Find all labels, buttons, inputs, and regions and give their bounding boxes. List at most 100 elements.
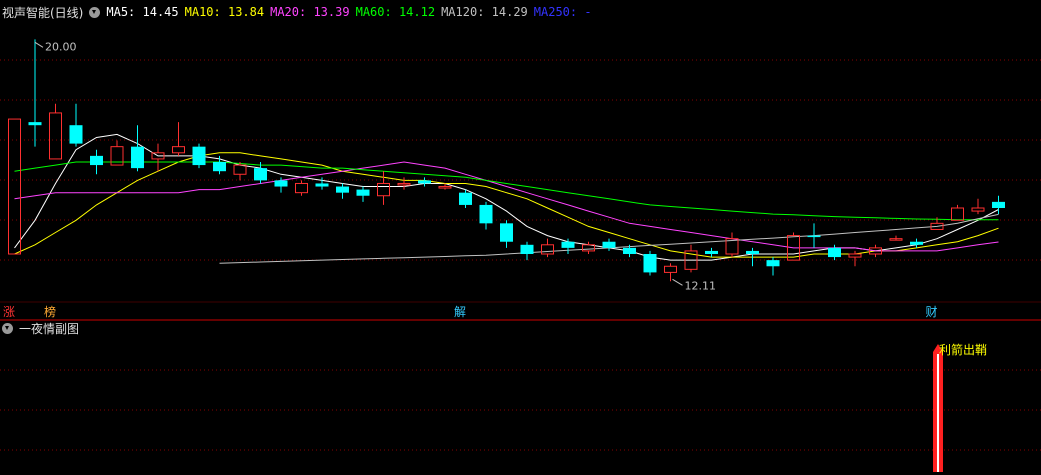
candle[interactable] (8, 118, 21, 255)
candle-body (28, 122, 42, 126)
high-pointer (34, 41, 44, 48)
candle-body (192, 146, 206, 166)
sub-indicator-panel: 利箭出鞘 (933, 342, 987, 472)
candle[interactable] (397, 177, 411, 190)
candle-body (992, 201, 1005, 208)
candle[interactable] (418, 177, 431, 187)
candle[interactable] (28, 39, 42, 147)
candle-body (438, 186, 452, 189)
candle[interactable] (684, 244, 698, 273)
candle-body (500, 223, 513, 242)
candle-body (623, 247, 636, 254)
candlesticks[interactable] (8, 39, 1006, 282)
candle-body (807, 235, 821, 238)
candle[interactable] (192, 143, 206, 169)
candle-body (213, 162, 226, 172)
sub-indicator-title[interactable]: 一夜情副图 (19, 320, 79, 337)
chart-canvas: 20.00 12.11 涨 榜 解 财 利箭出鞘 (0, 39, 1041, 472)
candle-body (274, 180, 288, 187)
candle-body (561, 241, 575, 248)
event-markers[interactable]: 涨榜解财 (3, 304, 938, 319)
candle[interactable] (356, 186, 370, 202)
event-marker[interactable]: 榜 (44, 304, 56, 319)
ma60-label: MA60: 14.12 (355, 5, 436, 19)
candle[interactable] (643, 250, 657, 276)
candle[interactable] (131, 125, 144, 172)
candle-body (541, 244, 554, 255)
candle-body (315, 183, 329, 187)
candle-body (602, 241, 616, 248)
low-price-label: 12.11 (685, 279, 717, 292)
ma250-label: MA250: - (533, 5, 592, 19)
signal-label: 利箭出鞘 (939, 342, 987, 357)
candle[interactable] (49, 103, 62, 160)
sub-legend: 一夜情副图 (2, 319, 79, 337)
candle[interactable] (541, 238, 554, 258)
candle-body (520, 244, 534, 254)
candle-body (766, 260, 780, 267)
candle-body (951, 207, 964, 221)
stock-title[interactable]: 视声智能(日线) (2, 4, 83, 21)
candle-body (233, 164, 247, 175)
candle[interactable] (582, 241, 595, 254)
candle[interactable] (110, 140, 124, 166)
high-price-label: 20.00 (45, 40, 77, 53)
candle[interactable] (828, 244, 841, 261)
candle[interactable] (459, 189, 472, 208)
candle-body (377, 182, 390, 197)
candle-body (643, 254, 657, 273)
candle-body (746, 250, 759, 254)
candle-body (664, 265, 677, 273)
candle[interactable] (725, 232, 739, 258)
candle-body (90, 155, 103, 166)
event-marker[interactable]: 财 (926, 305, 938, 319)
candle-body (295, 182, 308, 194)
ma5-label: MA5: 14.45 (106, 5, 179, 19)
candle[interactable] (889, 235, 903, 241)
candle-body (131, 146, 144, 169)
candle-body (479, 204, 493, 224)
candle-body (705, 250, 718, 254)
candle[interactable] (69, 103, 83, 147)
candle-body (254, 168, 267, 181)
dropdown-arrow-icon[interactable] (89, 6, 101, 18)
event-marker[interactable]: 涨 (3, 304, 15, 319)
candle-body (49, 112, 62, 160)
candle[interactable] (951, 204, 964, 221)
candle-body (356, 189, 370, 196)
candle[interactable] (520, 241, 534, 261)
candle[interactable] (705, 247, 718, 258)
candle-body (828, 247, 841, 258)
dropdown-arrow-icon[interactable] (2, 322, 13, 334)
candle-body (8, 118, 21, 255)
candle-body (69, 125, 83, 144)
candle[interactable] (602, 238, 616, 251)
candle[interactable] (807, 223, 821, 248)
candle[interactable] (910, 238, 923, 248)
candle-body (418, 180, 431, 184)
candle[interactable] (664, 263, 677, 282)
candle-body (971, 207, 985, 212)
candle[interactable] (151, 143, 165, 172)
candle-body (459, 192, 472, 205)
grid-lines (0, 59, 1041, 451)
candle-body (397, 182, 411, 186)
candle-body (172, 146, 185, 154)
candle-body (848, 253, 862, 258)
candle[interactable] (295, 180, 308, 196)
candle[interactable] (971, 198, 985, 215)
candle[interactable] (233, 162, 247, 181)
candle[interactable] (90, 149, 103, 175)
event-marker[interactable]: 解 (454, 305, 466, 319)
candle-body (910, 241, 923, 245)
low-pointer (672, 278, 683, 286)
candle[interactable] (172, 122, 185, 156)
candle-body (336, 186, 349, 193)
candle[interactable] (336, 183, 349, 199)
candle[interactable] (561, 238, 575, 254)
candle[interactable] (315, 177, 329, 190)
main-legend: 视声智能(日线) MA5: 14.45 MA10: 13.84 MA20: 13… (2, 3, 592, 21)
candle[interactable] (479, 201, 493, 230)
candle[interactable] (500, 220, 513, 248)
ma120-label: MA120: 14.29 (441, 5, 528, 19)
